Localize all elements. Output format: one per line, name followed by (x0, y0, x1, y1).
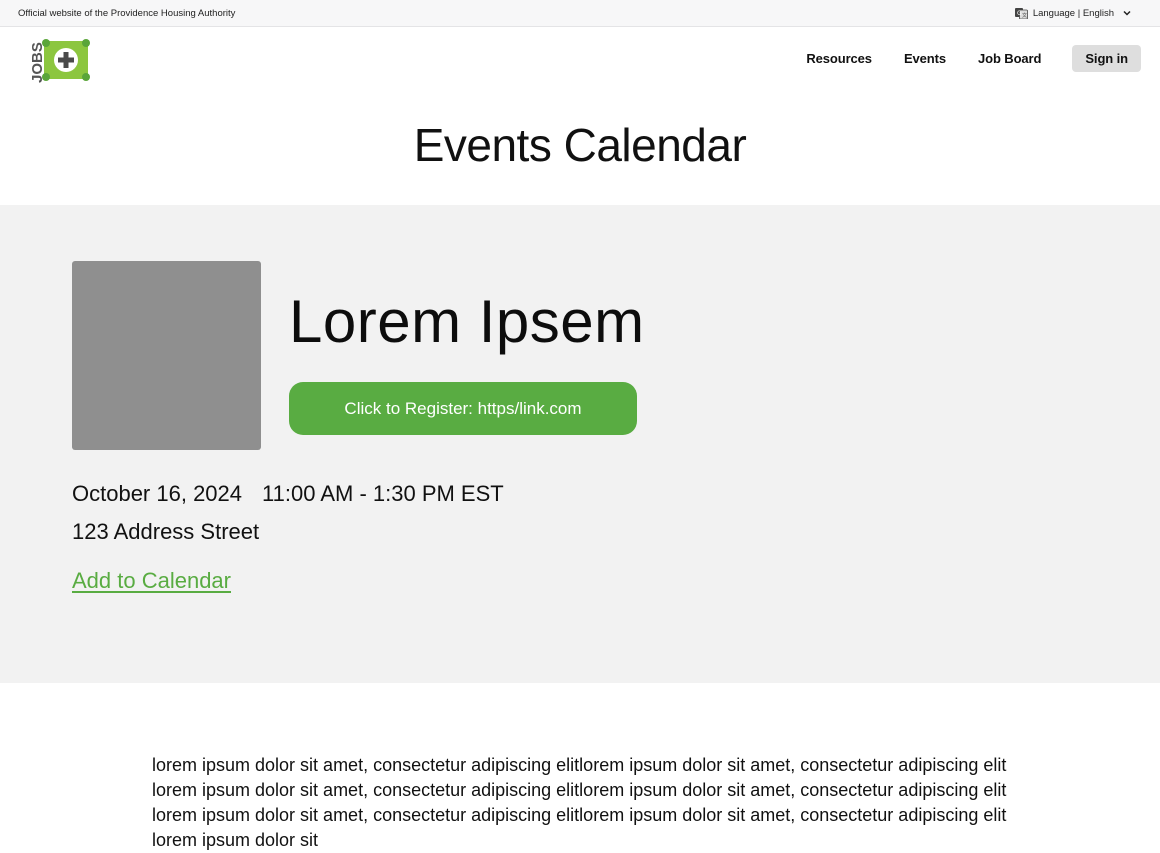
logo-icon: JOBS (29, 39, 90, 83)
official-website-text: Official website of the Providence Housi… (18, 7, 236, 19)
register-button[interactable]: Click to Register: https/link.com (289, 382, 637, 435)
svg-text:文: 文 (1022, 12, 1027, 19)
event-image-placeholder (72, 261, 261, 450)
sign-in-button[interactable]: Sign in (1072, 45, 1141, 72)
site-header: JOBS Resources Events Job Board Sign in (0, 27, 1160, 97)
nav-job-board[interactable]: Job Board (962, 45, 1057, 72)
nav-resources[interactable]: Resources (790, 45, 888, 72)
event-address: 123 Address Street (72, 519, 260, 544)
event-date: October 16, 2024 (72, 481, 243, 506)
utility-bar: Official website of the Providence Housi… (0, 0, 1160, 27)
event-description: lorem ipsum dolor sit amet, consectetur … (152, 755, 1007, 850)
page-title: Events Calendar (413, 119, 747, 171)
main-nav: Resources Events Job Board Sign in (790, 45, 1141, 72)
event-time: 11:00 AM - 1:30 PM EST (262, 481, 504, 506)
chevron-down-icon (1122, 8, 1132, 18)
language-selector[interactable]: G 文 Language | English (1014, 7, 1132, 19)
event-hero: Lorem Ipsem Click to Register: https/lin… (0, 205, 1160, 683)
jobs-plus-logo[interactable]: JOBS (28, 37, 92, 83)
add-to-calendar-link[interactable]: Add to Calendar (72, 568, 231, 594)
translate-icon: G 文 (1014, 7, 1028, 19)
event-title: Lorem Ipsem (289, 288, 645, 355)
event-datetime: October 16, 2024 11:00 AM - 1:30 PM EST (72, 481, 504, 507)
nav-events[interactable]: Events (888, 45, 962, 72)
language-label: Language | English (1032, 7, 1114, 19)
